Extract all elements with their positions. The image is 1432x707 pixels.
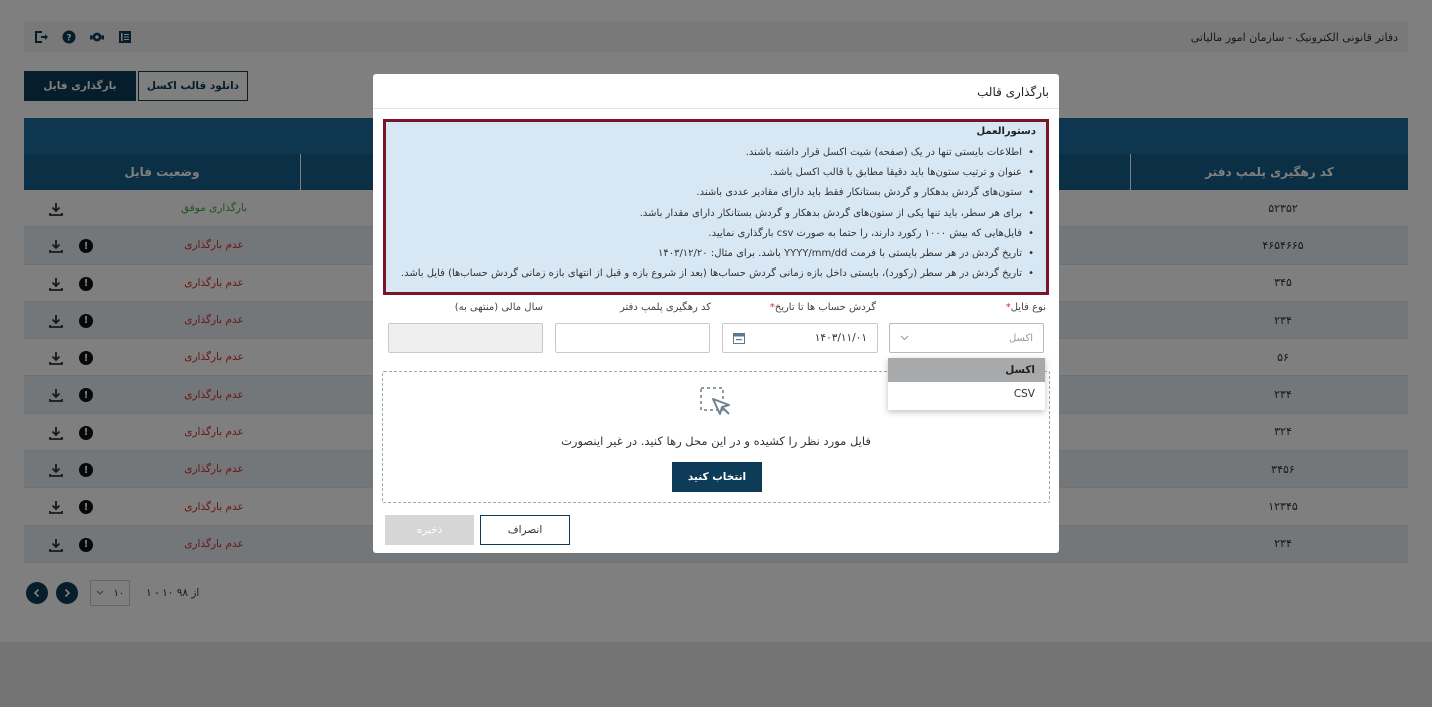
calendar-icon: [733, 333, 745, 344]
file-type-label: نوع فایل*: [1005, 302, 1046, 313]
instructions-list: اطلاعات بایستی تنها در یک (صفحه) شیت اکس…: [396, 143, 1036, 285]
drag-drop-icon: [700, 387, 730, 415]
drop-zone-text: فایل مورد نظر را کشیده و در این محل رها …: [561, 434, 871, 448]
save-button[interactable]: ذخیره: [385, 515, 474, 545]
file-type-dropdown: اکسل CSV: [888, 358, 1045, 410]
file-type-option-excel[interactable]: اکسل: [888, 358, 1045, 382]
modal-divider: [373, 108, 1059, 109]
choose-file-button[interactable]: انتخاب کنید: [672, 462, 762, 492]
upload-template-modal: بارگذاری قالب دستورالعمل اطلاعات بایستی …: [373, 74, 1059, 553]
instruction-item: فایل‌هایی که بیش ۱۰۰۰ رکورد دارند، را حت…: [396, 224, 1034, 244]
instruction-item: ستون‌های گردش بدهکار و گردش بستانکار فقط…: [396, 183, 1034, 203]
date-label: گردش حساب ها تا تاریخ*: [769, 302, 876, 313]
date-input[interactable]: ۱۴۰۳/۱۱/۰۱: [722, 323, 878, 353]
file-type-option-csv[interactable]: CSV: [888, 382, 1045, 406]
instruction-item: عنوان و ترتیب ستون‌ها باید دقیقا مطابق ب…: [396, 163, 1034, 183]
date-value: ۱۴۰۳/۱۱/۰۱: [814, 332, 867, 344]
instruction-item: تاریخ گردش در هر سطر بایستی با فرمت YYYY…: [396, 244, 1034, 264]
tracking-code-input[interactable]: [555, 323, 710, 353]
fiscal-year-label: سال مالی (منتهی به): [454, 302, 543, 313]
instruction-item: برای هر سطر، باید تنها یکی از ستون‌های گ…: [396, 204, 1034, 224]
fiscal-year-input[interactable]: [388, 323, 543, 353]
instructions-box: دستورالعمل اطلاعات بایستی تنها در یک (صف…: [383, 119, 1049, 295]
instruction-item: اطلاعات بایستی تنها در یک (صفحه) شیت اکس…: [396, 143, 1034, 163]
chevron-down-icon: [900, 335, 909, 341]
modal-title: بارگذاری قالب: [977, 85, 1049, 99]
tracking-code-label: کد رهگیری پلمپ دفتر: [620, 302, 711, 313]
instruction-item: تاریخ گردش در هر سطر (رکورد)، بایستی داخ…: [396, 264, 1034, 284]
file-type-value: اکسل: [1008, 332, 1033, 344]
file-type-select[interactable]: اکسل: [889, 323, 1044, 353]
instructions-title: دستورالعمل: [976, 126, 1036, 137]
cancel-button[interactable]: انصراف: [480, 515, 570, 545]
